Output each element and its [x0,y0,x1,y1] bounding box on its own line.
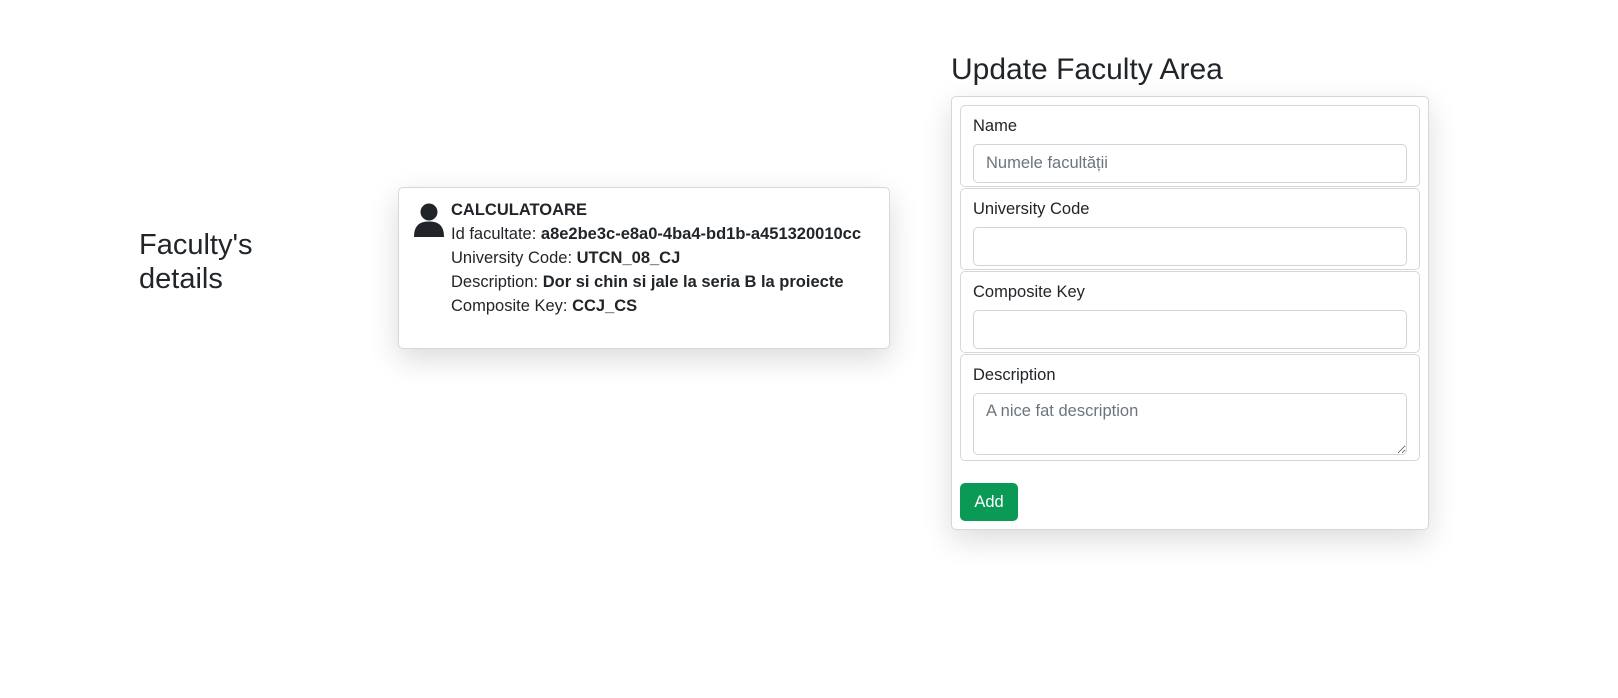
faculty-id-label: Id facultate: [451,225,541,243]
description-textarea[interactable] [973,393,1407,455]
university-code-row: University Code: UTCN_08_CJ [451,246,871,270]
description-field-label: Description [973,366,1056,384]
university-code-field-group: University Code [960,188,1420,270]
faculty-id-row: Id facultate: a8e2be3c-e8a0-4ba4-bd1b-a4… [451,222,871,246]
description-value: Dor si chin si jale la seria B la proiec… [542,273,844,291]
university-code-label: University Code: [451,249,577,267]
description-label: Description: [451,273,543,291]
faculty-details-heading: Faculty's details [139,229,253,295]
faculty-card: CALCULATOARE Id facultate: a8e2be3c-e8a0… [398,187,890,349]
faculty-info: CALCULATOARE Id facultate: a8e2be3c-e8a0… [451,198,871,318]
composite-key-value: CCJ_CS [572,297,638,315]
add-button[interactable]: Add [960,483,1018,521]
university-code-input[interactable] [973,227,1407,266]
page: Faculty's details CALCULATOARE Id facult… [0,0,1618,698]
update-faculty-form: Name University Code Composite Key Descr… [951,96,1429,530]
composite-key-row: Composite Key: CCJ_CS [451,294,871,318]
composite-key-input[interactable] [973,310,1407,349]
composite-key-field-group: Composite Key [960,271,1420,353]
description-row: Description: Dor si chin si jale la seri… [451,270,871,294]
name-input[interactable] [973,144,1407,183]
person-icon [414,203,444,237]
description-field-group: Description [960,354,1420,461]
composite-key-label: Composite Key: [451,297,573,315]
university-code-value: UTCN_08_CJ [576,249,681,267]
name-field-group: Name [960,105,1420,187]
faculty-id-value: a8e2be3c-e8a0-4ba4-bd1b-a451320010cc [540,225,862,243]
university-code-field-label: University Code [973,200,1090,218]
name-label: Name [973,117,1018,135]
composite-key-field-label: Composite Key [973,283,1085,301]
update-form-title: Update Faculty Area [951,53,1223,86]
faculty-name: CALCULATOARE [451,201,587,219]
